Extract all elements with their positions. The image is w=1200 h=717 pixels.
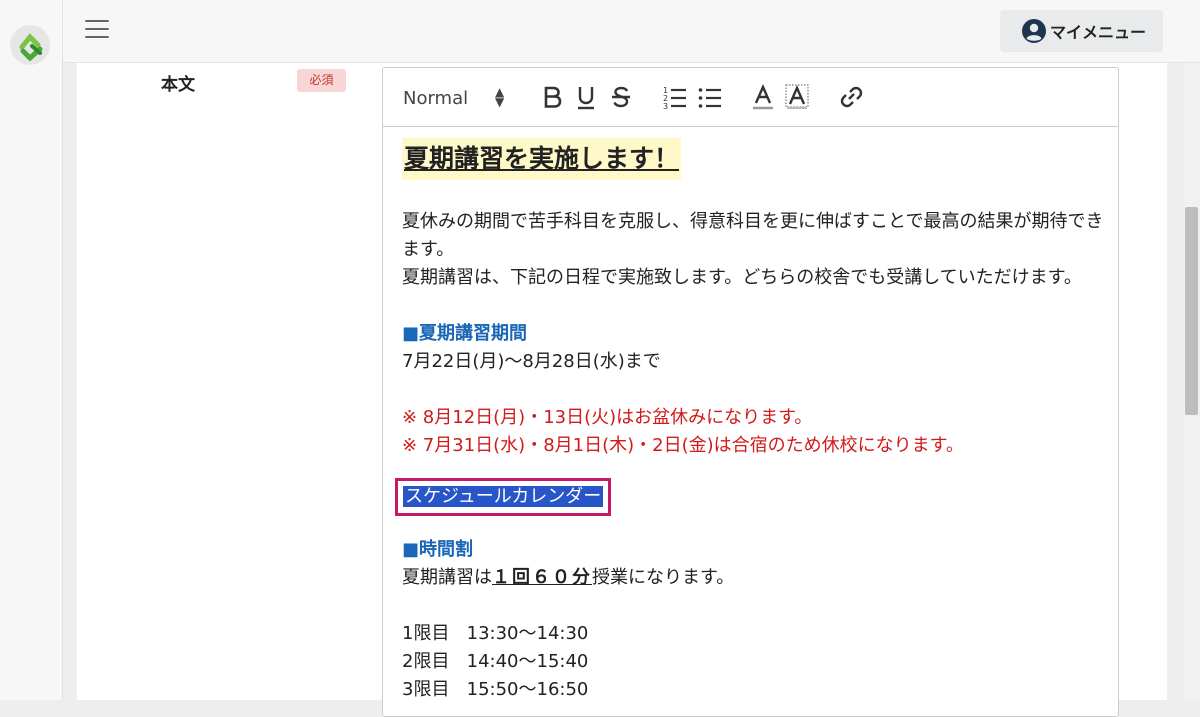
schedule-calendar-selection[interactable]: スケジュールカレンダー [395, 478, 612, 516]
editor-toolbar: Normal ▲ ▼ 1 2 3 [383, 68, 1118, 127]
link-icon[interactable] [839, 84, 863, 110]
period-text: 7月22日(月)〜8月28日(水)まで [402, 351, 661, 372]
content-title: 夏期講習を実施します！ [402, 138, 682, 180]
closure-note: ※ 7月31日(水)・8月1日(木)・2日(金)は合宿のため休校になります。 [402, 435, 964, 456]
rich-text-editor[interactable]: Normal ▲ ▼ 1 2 3 夏期講習を実施します！ 夏休みの期間で苦手科目… [382, 67, 1119, 717]
timetable-heading: ■時間割 [402, 539, 474, 560]
my-menu-button[interactable]: マイメニュー [1000, 10, 1163, 52]
updown-arrow-icon: ▲ ▼ [495, 85, 505, 109]
bullet-list-icon[interactable] [698, 84, 722, 110]
text-color-icon[interactable] [751, 84, 775, 110]
ordered-list-icon[interactable]: 1 2 3 [663, 84, 687, 110]
background-color-icon[interactable] [785, 84, 809, 110]
left-rail [0, 0, 63, 700]
svg-text:3: 3 [663, 102, 668, 110]
editor-content[interactable]: 夏期講習を実施します！ 夏休みの期間で苦手科目を克服し、得意科目を更に伸ばすこと… [395, 138, 1107, 704]
bold-icon[interactable] [541, 84, 563, 110]
hamburger-icon[interactable] [85, 20, 109, 40]
holiday-note: ※ 8月12日(月)・13日(火)はお盆休みになります。 [402, 407, 813, 428]
underline-icon[interactable] [575, 84, 597, 110]
period-heading: ■夏期講習期間 [402, 323, 528, 344]
field-label-body: 本文 [161, 75, 195, 95]
content-paragraph: 夏休みの期間で苦手科目を克服し、得意科目を更に伸ばすことで最高の結果が期待できま… [402, 211, 1104, 260]
format-select-value: Normal [403, 87, 469, 109]
lesson-length-bold: １回６０分 [492, 567, 592, 588]
top-header: マイメニュー [63, 0, 1200, 63]
period-row: 2限目 14:40〜15:40 [402, 651, 589, 672]
required-badge: 必須 [297, 69, 346, 92]
app-logo-icon[interactable] [10, 25, 50, 65]
schedule-calendar-text: スケジュールカレンダー [403, 486, 604, 507]
user-circle-icon [1022, 19, 1046, 43]
scrollbar-thumb[interactable] [1185, 207, 1198, 415]
strikethrough-icon[interactable] [610, 84, 632, 110]
content-paragraph: 夏期講習は、下記の日程で実施致します。どちらの校舎でも受講していただけます。 [402, 267, 1082, 288]
my-menu-label: マイメニュー [1050, 23, 1147, 42]
lesson-length-text: 夏期講習は１回６０分授業になります。 [402, 567, 735, 588]
period-row: 1限目 13:30〜14:30 [402, 623, 589, 644]
format-select[interactable]: Normal ▲ ▼ [403, 85, 513, 111]
